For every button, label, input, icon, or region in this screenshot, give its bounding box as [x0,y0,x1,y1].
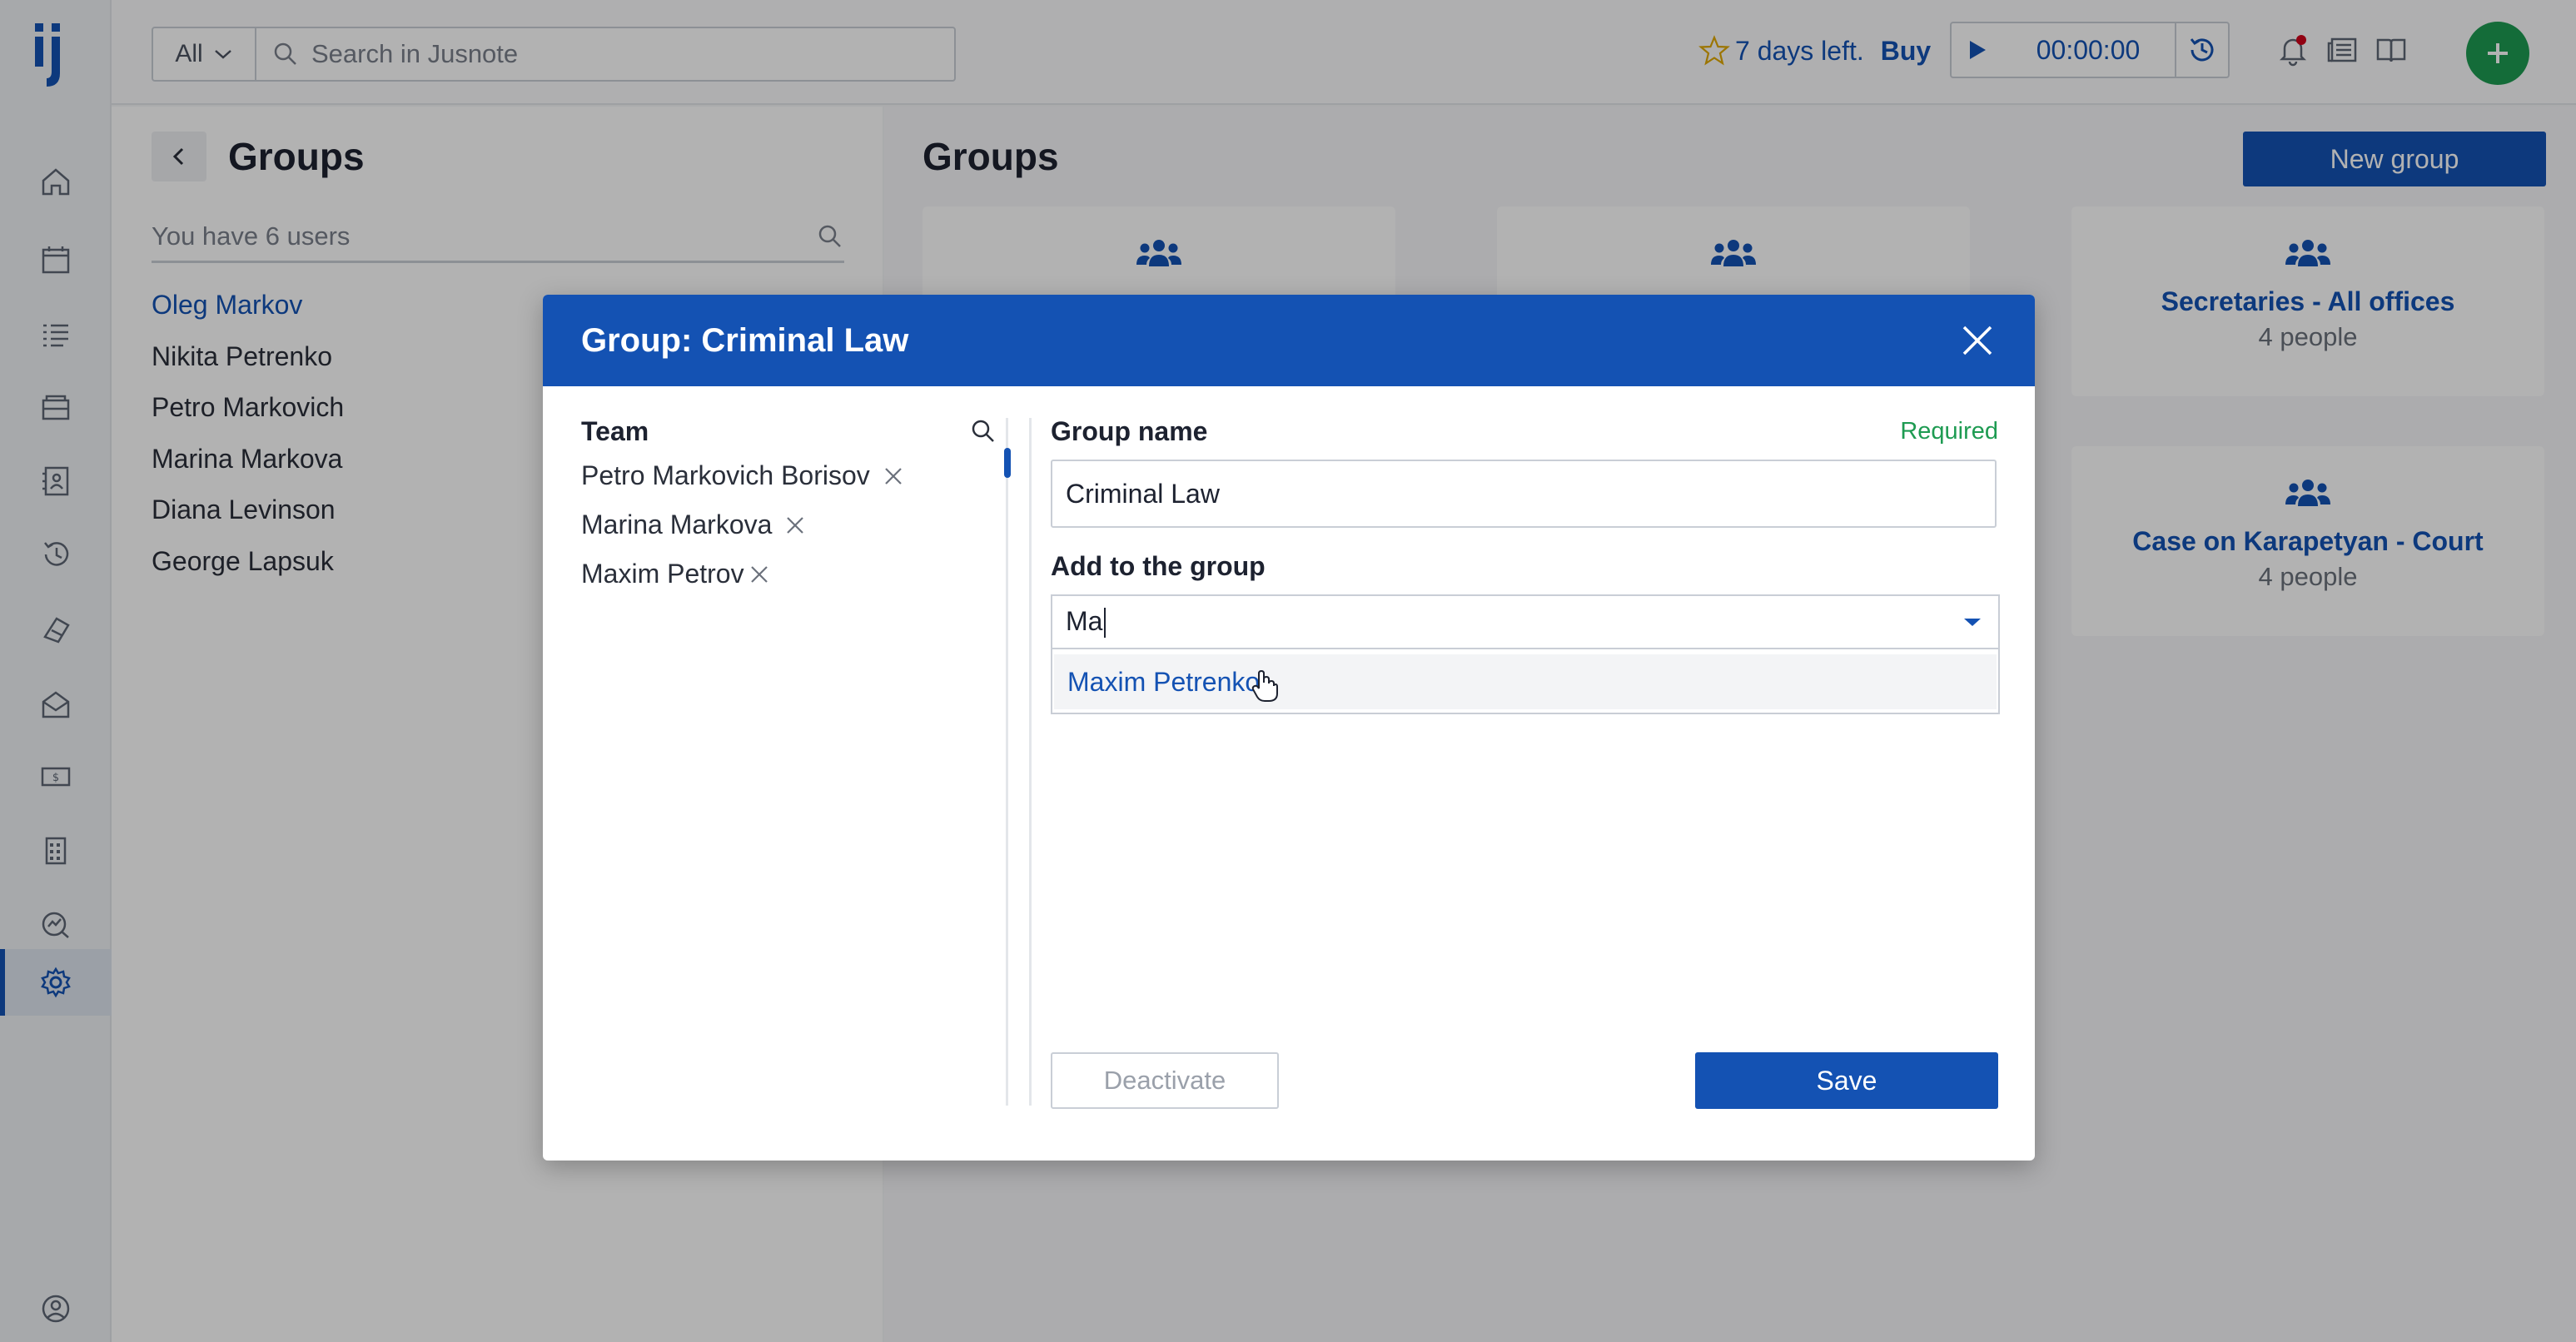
dialog-header: Group: Criminal Law [543,295,2035,386]
group-edit-dialog: Group: Criminal Law Team Petro Markovich… [543,295,2035,1161]
team-member-name: Petro Markovich Borisov [581,460,870,490]
close-icon [1962,326,1992,355]
team-member: Marina Markova [581,500,997,549]
group-form: Group name Required Criminal Law Add to … [1051,411,2000,714]
remove-icon[interactable] [882,465,905,488]
column-divider [1029,418,1032,1106]
suggestions-dropdown: Maxim Petrenko [1051,648,2000,714]
group-name-field[interactable]: Criminal Law [1051,460,1997,528]
scroll-track [1006,418,1008,1106]
scrollbar-thumb[interactable] [1004,448,1011,478]
close-button[interactable] [1958,321,1997,360]
required-label: Required [1900,417,1998,445]
add-member-input[interactable]: Ma [1066,606,1102,636]
save-button[interactable]: Save [1695,1052,1998,1109]
suggestion-option[interactable]: Maxim Petrenko [1054,654,1997,709]
team-member: Petro Markovich Borisov [581,451,997,500]
group-name-label: Group name [1051,415,1208,446]
add-to-group-label: Add to the group [1051,550,1266,581]
add-member-combobox[interactable]: Ma [1051,594,2000,648]
team-label: Team [581,415,649,446]
suggestion-label: Maxim Petrenko [1067,666,1261,697]
remove-icon[interactable] [748,563,771,586]
dropdown-arrow-icon[interactable] [1962,615,1983,629]
remove-icon[interactable] [783,514,807,537]
team-member-name: Marina Markova [581,509,773,539]
team-member: Maxim Petrov [581,549,997,599]
dialog-title: Group: Criminal Law [581,321,909,359]
hand-cursor-icon [1251,669,1278,702]
team-member-name: Maxim Petrov [581,559,744,589]
team-panel: Team Petro Markovich Borisov Marina Mark… [581,411,997,1111]
search-icon[interactable] [969,417,997,445]
deactivate-button[interactable]: Deactivate [1051,1052,1279,1109]
